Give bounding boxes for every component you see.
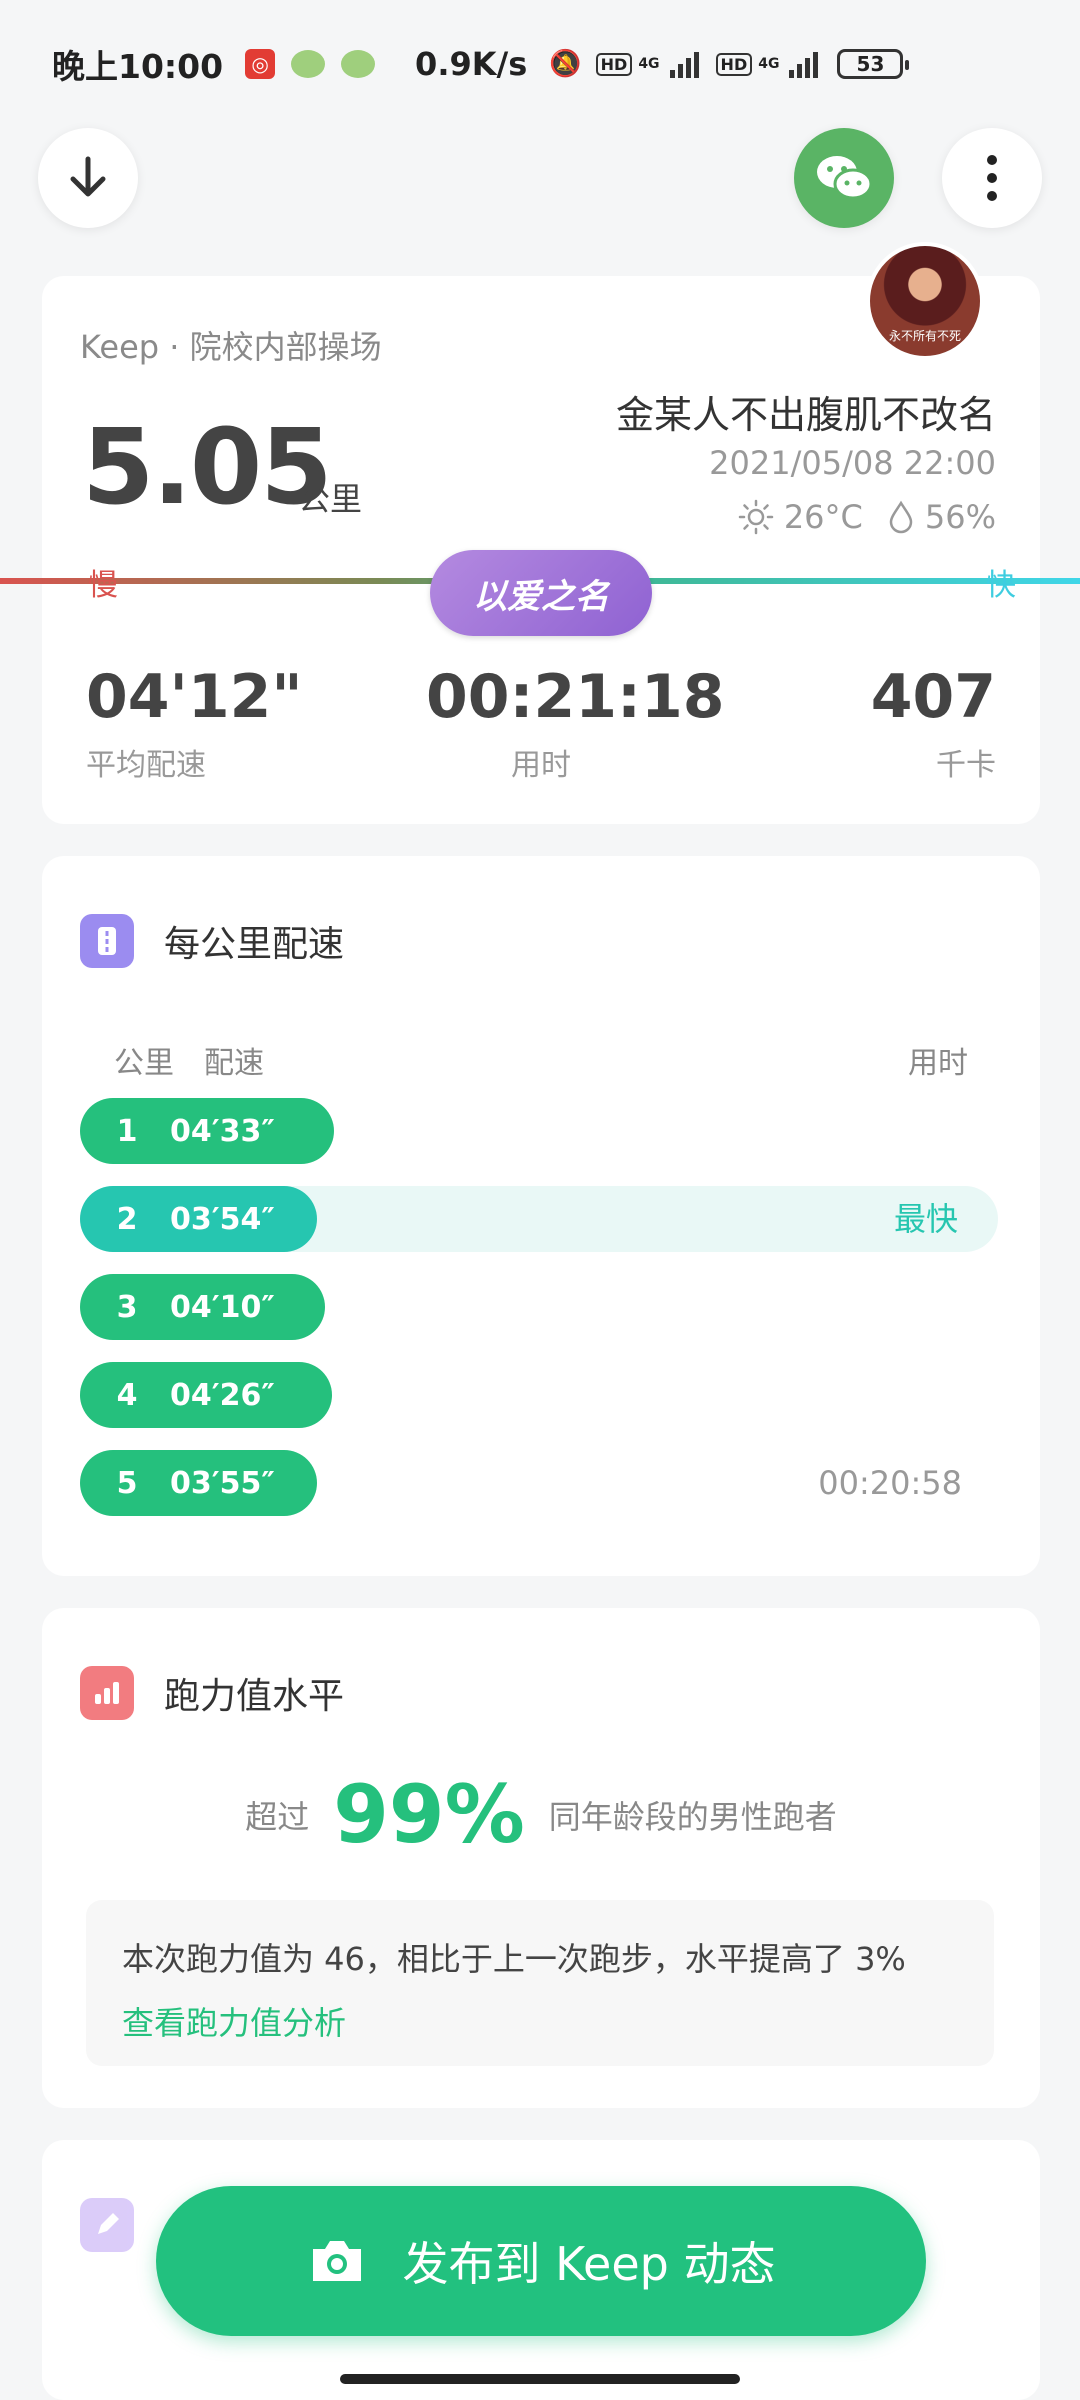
pace-km: 5 [116,1465,138,1501]
pace-km: 3 [116,1289,138,1325]
status-bar: 晚上10:00 ◎ 0.9K/s 🔕 HD 4G HD 4G 53 [0,0,1080,128]
pace-per-km-card: 每公里配速 公里 配速 用时 1 04′33″ 2 03′54″ 最快 3 04… [42,856,1040,1576]
publish-to-feed-button[interactable]: 发布到 Keep 动态 [156,2186,926,2336]
pace-bar: 5 03′55″ [80,1450,317,1516]
avatar[interactable]: 永不所有不死 [866,242,984,360]
pace-row-fastest: 2 03′54″ 最快 [80,1186,998,1252]
weather-info: 26°C 56% [738,498,996,536]
netease-music-icon: ◎ [245,49,276,79]
duration-value: 00:21:18 [426,662,725,732]
pace-km: 4 [116,1377,138,1413]
pace-value: 04′10″ [170,1289,275,1325]
avg-pace-value: 04'12" [86,662,303,732]
wechat-notification-icon [291,50,326,78]
pace-km: 2 [116,1201,138,1237]
pace-row: 4 04′26″ [80,1362,998,1428]
wechat-notification-icon-2 [341,50,376,78]
hd-indicator-2: HD [715,52,753,76]
home-indicator[interactable] [340,2374,740,2384]
pace-value: 04′26″ [170,1377,275,1413]
pace-section-title: 每公里配速 [164,924,345,965]
sun-icon [738,499,774,535]
slow-label: 慢 [88,568,118,603]
running-ability-card: 跑力值水平 超过 99% 同年龄段的男性跑者 本次跑力值为 46，相比于上一次跑… [42,1608,1040,2108]
avatar-caption: 永不所有不死 [888,329,961,343]
distance-value: 5.05 [82,406,333,528]
rank-suffix: 同年龄段的男性跑者 [548,1797,837,1836]
user-name: 金某人不出腹肌不改名 [615,393,996,437]
pace-section-header: 每公里配速 [80,914,344,968]
col-pace: 配速 [204,1046,264,1081]
temperature: 26°C [783,498,863,536]
cumulative-time: 00:20:58 [818,1464,962,1502]
ability-section-header: 跑力值水平 [80,1666,344,1720]
fast-label: 快 [986,568,1016,603]
pace-row: 1 04′33″ [80,1098,998,1164]
run-datetime: 2021/05/08 22:00 [709,444,996,482]
wechat-share-button[interactable] [794,128,894,228]
download-button[interactable] [38,128,138,228]
distance-unit: 公里 [298,480,363,518]
pace-bar: 3 04′10″ [80,1274,326,1340]
pace-table-header: 公里 配速 用时 [114,1038,968,1082]
pace-bar: 4 04′26″ [80,1362,332,1428]
event-badge[interactable]: 以爱之名 [430,550,652,636]
duration-label: 用时 [511,748,571,783]
run-location: Keep · 院校内部操场 [80,328,382,366]
pace-km: 1 [116,1113,138,1149]
hd-indicator: HD [595,52,633,76]
pace-bar: 1 04′33″ [80,1098,335,1164]
more-options-button[interactable] [942,128,1042,228]
signal-icon [669,50,702,78]
battery-icon: 53 [837,49,910,79]
calories-label: 千卡 [936,748,996,783]
ability-analysis-link[interactable]: 查看跑力值分析 [122,1998,958,2044]
run-summary-card: Keep · 院校内部操场 永不所有不死 5.05 公里 金某人不出腹肌不改名 … [0,242,1080,824]
ability-rank: 超过 99% 同年龄段的男性跑者 [42,1768,1040,1861]
avg-pace-label: 平均配速 [86,748,206,783]
calories-value: 407 [870,662,996,732]
pace-value: 03′54″ [170,1201,275,1237]
ability-detail-text: 本次跑力值为 46，相比于上一次跑步，水平提高了 3% [122,1940,906,1978]
col-km: 公里 [114,1046,174,1081]
status-time: 晚上10:00 [52,47,224,86]
rank-percent: 99% [333,1768,525,1861]
pen-icon [80,2198,134,2252]
network-type-label: 4G [638,56,660,72]
col-time: 用时 [908,1046,968,1081]
pace-row: 3 04′10″ [80,1274,998,1340]
network-type-label-2: 4G [758,56,780,72]
ability-detail-box: 本次跑力值为 46，相比于上一次跑步，水平提高了 3% 查看跑力值分析 [86,1900,994,2066]
duration-stat: 00:21:18 用时 [426,662,725,784]
humidity: 56% [924,498,996,536]
camera-icon [312,2241,361,2281]
fastest-label: 最快 [893,1200,958,1238]
calories-stat: 407 千卡 [871,662,996,784]
more-vertical-icon [987,155,997,201]
pace-value: 04′33″ [170,1113,275,1149]
signal-icon-2 [789,50,821,78]
pace-value: 03′55″ [170,1465,275,1501]
rank-prefix: 超过 [245,1797,310,1836]
mute-bell-icon: 🔕 [549,49,582,79]
bar-chart-icon [80,1666,134,1720]
pace-row: 5 03′55″ 00:20:58 [80,1450,998,1516]
avg-pace-stat: 04'12" 平均配速 [86,662,303,784]
ability-section-title: 跑力值水平 [164,1676,345,1717]
road-icon [80,914,134,968]
wechat-icon [817,156,873,200]
humidity-drop-icon [889,500,913,534]
arrow-down-icon [70,156,106,197]
publish-label: 发布到 Keep 动态 [402,2237,776,2291]
network-speed: 0.9K/s [415,45,528,83]
pace-bar: 2 03′54″ [80,1186,317,1252]
